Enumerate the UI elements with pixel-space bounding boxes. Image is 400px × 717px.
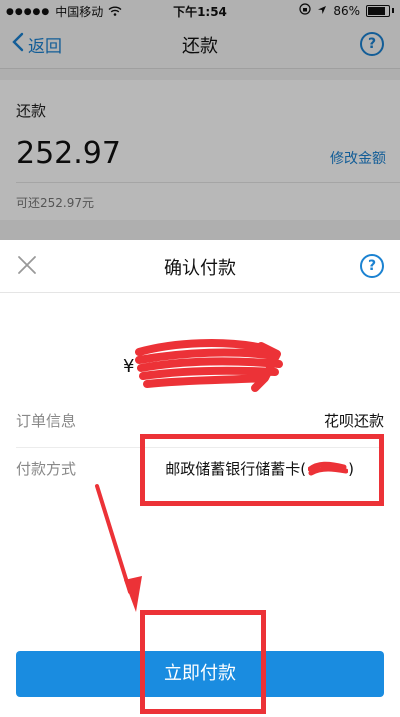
help-circle-icon[interactable]: ? xyxy=(360,254,384,278)
payment-method-label: 付款方式 xyxy=(16,460,77,478)
redaction-scribble xyxy=(135,339,283,392)
payment-amount: ¥ xyxy=(0,320,400,392)
order-info-value: 花呗还款 xyxy=(323,412,384,430)
sheet-header: 确认付款 ? xyxy=(0,240,400,293)
modal-backdrop[interactable] xyxy=(0,0,400,240)
annotation-highlight-box xyxy=(140,610,266,714)
currency-symbol: ¥ xyxy=(123,356,135,377)
annotation-highlight-box xyxy=(140,434,384,506)
order-info-label: 订单信息 xyxy=(16,412,77,430)
sheet-title: 确认付款 xyxy=(164,258,236,279)
